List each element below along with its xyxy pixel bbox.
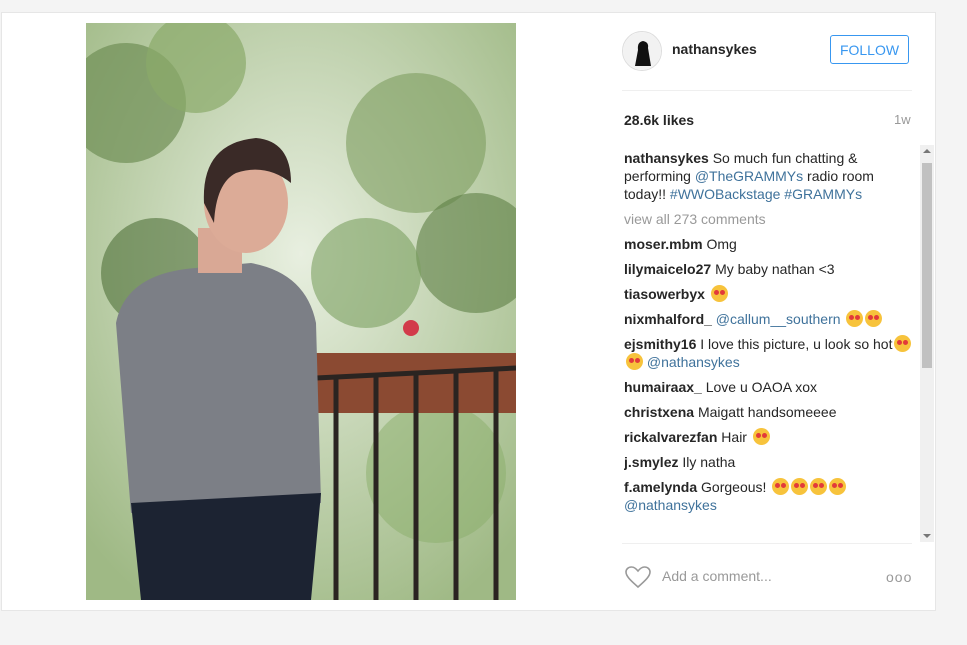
post-header: nathansykes FOLLOW [622, 31, 912, 71]
comment-user[interactable]: f.amelynda [624, 479, 697, 495]
mention-link[interactable]: @nathansykes [624, 497, 717, 513]
comment-user[interactable]: ejsmithy16 [624, 336, 696, 352]
mention-link[interactable]: @callum__southern [716, 311, 841, 327]
post-card: nathansykes FOLLOW 28.6k likes 1w nathan… [1, 12, 936, 611]
heart-eyes-emoji-icon [791, 478, 809, 495]
comment-item: tiasowerbyx [624, 285, 914, 303]
heart-eyes-emoji-icon [894, 335, 912, 352]
likes-count[interactable]: 28.6k likes [624, 112, 694, 128]
comment-user[interactable]: humairaax_ [624, 379, 702, 395]
divider [622, 90, 912, 91]
comment-text: Gorgeous! [701, 479, 767, 495]
comment-user[interactable]: nathansykes [624, 150, 709, 166]
mention-link[interactable]: @nathansykes [647, 354, 740, 370]
comments-scrollbar[interactable] [920, 145, 934, 542]
comment-user[interactable]: christxena [624, 404, 694, 420]
heart-eyes-emoji-icon [772, 478, 790, 495]
comment-footer: Add a comment... ooo [622, 543, 912, 611]
comment-text: Love u OAOA xox [705, 379, 818, 395]
view-all-comments[interactable]: view all 273 comments [624, 210, 914, 228]
mention-link[interactable]: @TheGRAMMYs [695, 168, 803, 184]
comment-item: nixmhalford_ @callum__southern [624, 310, 914, 328]
heart-eyes-emoji-icon [626, 353, 643, 370]
comment-text: Ily natha [682, 454, 736, 470]
heart-eyes-emoji-icon [865, 310, 883, 327]
comment-text: My baby nathan <3 [715, 261, 835, 277]
comment-item: rickalvarezfan Hair [624, 428, 914, 446]
comment-item: f.amelynda Gorgeous! @nathansykes [624, 478, 914, 514]
avatar[interactable] [622, 31, 662, 71]
comment-user[interactable]: nixmhalford_ [624, 311, 712, 327]
comment-text: Maigatt handsomeeee [697, 404, 837, 420]
comment-user[interactable]: rickalvarezfan [624, 429, 717, 445]
kissing-emoji-icon [829, 478, 847, 495]
comment-item: lilymaicelo27 My baby nathan <3 [624, 260, 914, 278]
photo-image [86, 23, 516, 600]
comment-user[interactable]: j.smylez [624, 454, 678, 470]
comment-text: Omg [706, 236, 737, 252]
post-time[interactable]: 1w [894, 112, 911, 127]
comment-user[interactable]: lilymaicelo27 [624, 261, 711, 277]
scroll-down-icon[interactable] [923, 534, 931, 538]
heart-eyes-emoji-icon [752, 428, 770, 445]
comment-item: moser.mbm Omg [624, 235, 914, 253]
comment-text: Hair [721, 429, 747, 445]
comment-item: humairaax_ Love u OAOA xox [624, 378, 914, 396]
comments-list[interactable]: nathansykes So much fun chatting & perfo… [624, 149, 914, 543]
heart-eyes-emoji-icon [810, 478, 828, 495]
scroll-up-icon[interactable] [923, 149, 931, 153]
comment-text: I love this picture, u look so hot [700, 336, 893, 352]
comment-item: ejsmithy16 I love this picture, u look s… [624, 335, 914, 371]
heart-eyes-emoji-icon [710, 285, 728, 302]
comment-user[interactable]: moser.mbm [624, 236, 703, 252]
add-comment-input[interactable]: Add a comment... [662, 568, 772, 584]
heart-icon[interactable] [624, 565, 652, 589]
comment-user[interactable]: tiasowerbyx [624, 286, 705, 302]
caption: nathansykes So much fun chatting & perfo… [624, 149, 914, 203]
more-options-icon[interactable]: ooo [886, 569, 912, 585]
heart-eyes-emoji-icon [846, 310, 864, 327]
scroll-thumb[interactable] [922, 163, 932, 368]
follow-button[interactable]: FOLLOW [830, 35, 909, 64]
username-link[interactable]: nathansykes [672, 41, 757, 57]
hashtags[interactable]: #WWOBackstage #GRAMMYs [670, 186, 862, 202]
post-sidebar: nathansykes FOLLOW 28.6k likes 1w nathan… [622, 13, 934, 610]
post-photo[interactable] [86, 23, 516, 600]
comment-item: j.smylez Ily natha [624, 453, 914, 471]
comment-item: christxena Maigatt handsomeeee [624, 403, 914, 421]
